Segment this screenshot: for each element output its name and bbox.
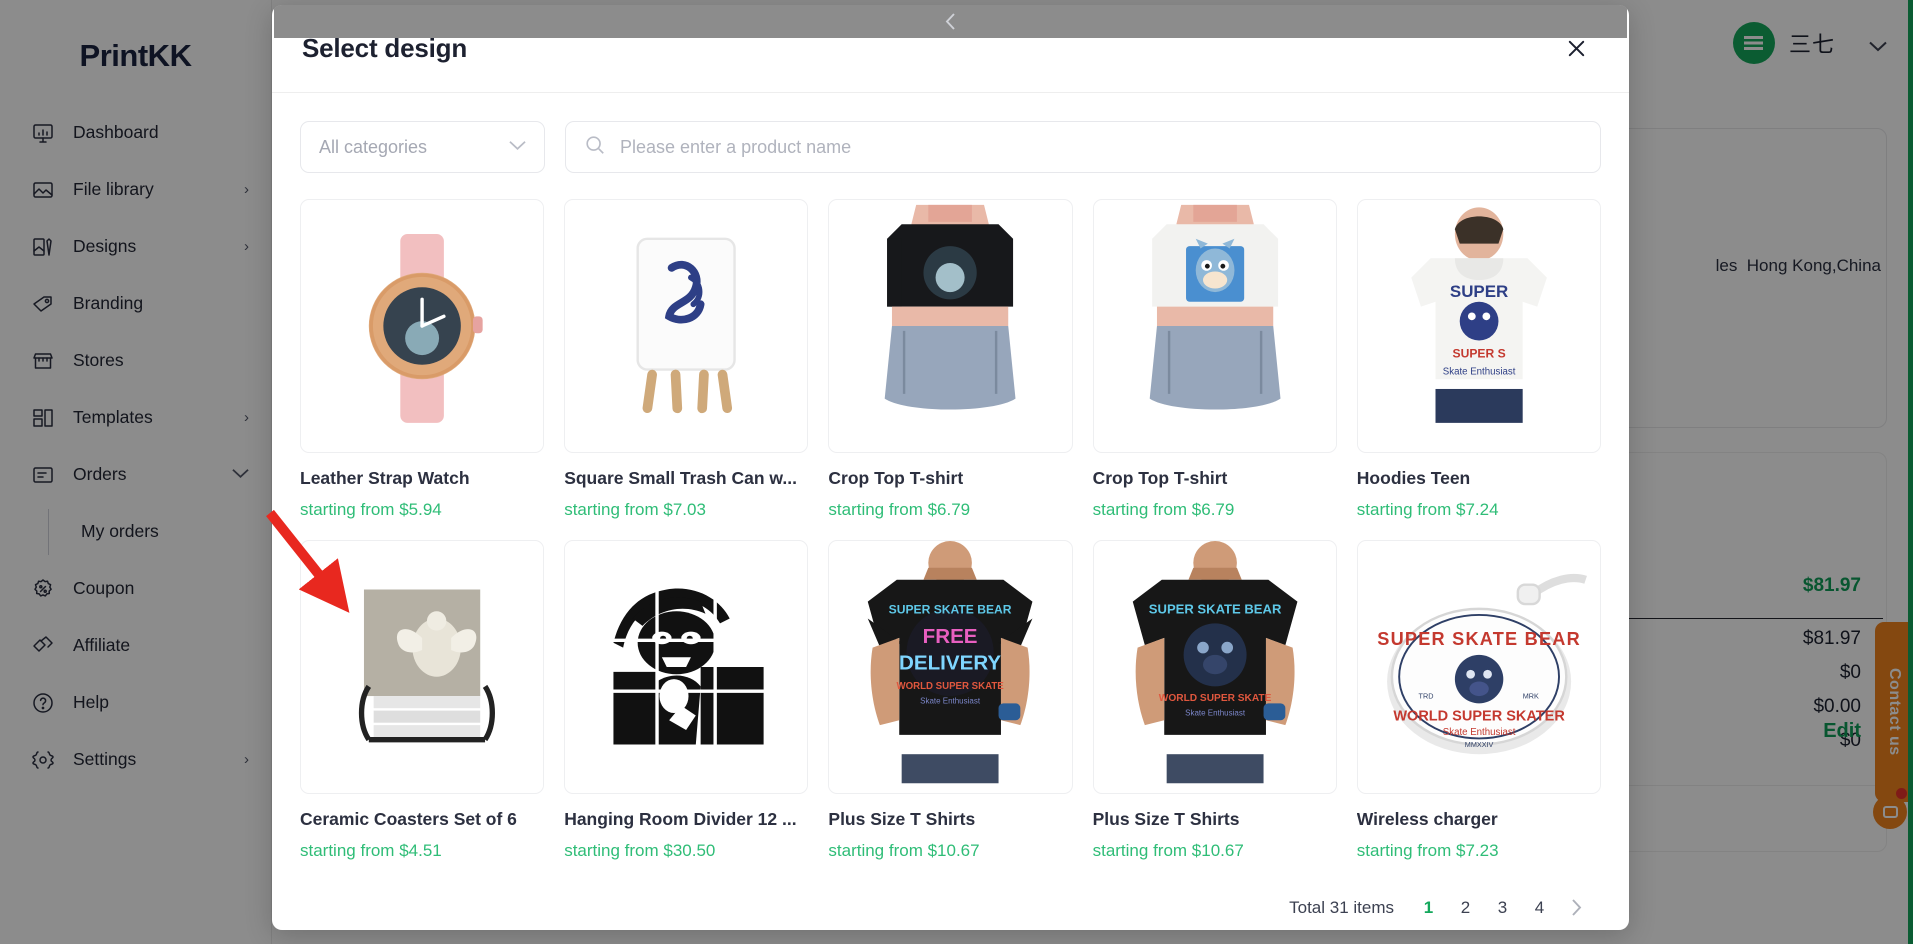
svg-text:WORLD SUPER SKATE: WORLD SUPER SKATE <box>1158 693 1271 704</box>
product-price: starting from $6.79 <box>828 500 971 519</box>
trashcan-product-art <box>565 204 808 448</box>
product-card[interactable]: Crop Top T-shirt starting from $6.79 <box>828 199 1073 520</box>
chevron-left-icon[interactable] <box>274 5 1627 38</box>
product-title: Crop Top T-shirt <box>1092 468 1228 488</box>
svg-text:WORLD SUPER SKATE: WORLD SUPER SKATE <box>897 681 1005 692</box>
pagination-total-label: Total 31 items <box>1289 897 1394 917</box>
tshirt-free-delivery-product-art: FREE DELIVERY WORLD SUPER SKATE Skate En… <box>829 541 1072 789</box>
svg-text:MRK: MRK <box>1522 691 1538 700</box>
chevron-right-icon[interactable] <box>1560 891 1593 924</box>
product-card[interactable]: SUPER SUPER S Skate Enthusiast Hoodies T… <box>1356 199 1601 520</box>
product-thumbnail <box>564 540 809 794</box>
crop-top-dark-product-art <box>829 204 1072 448</box>
product-thumbnail <box>300 540 545 794</box>
product-price: starting from $5.94 <box>300 500 442 519</box>
product-title: Wireless charger <box>1356 809 1498 829</box>
product-title: Plus Size T Shirts <box>1092 809 1240 829</box>
product-title: Ceramic Coasters Set of 6 <box>300 809 517 829</box>
product-title: Crop Top T-shirt <box>828 468 964 488</box>
svg-text:Skate Enthusiast: Skate Enthusiast <box>921 696 982 705</box>
pagination-page-4[interactable]: 4 <box>1523 891 1556 924</box>
product-thumbnail: SUPER SKATE BEAR WORLD SUPER SKATER Skat… <box>1356 540 1601 794</box>
pagination-page-2[interactable]: 2 <box>1449 891 1482 924</box>
svg-text:SUPER SKATE BEAR: SUPER SKATE BEAR <box>1148 602 1281 617</box>
coasters-product-art <box>301 545 544 789</box>
product-price: starting from $7.03 <box>564 500 706 519</box>
svg-text:Skate Enthusiast: Skate Enthusiast <box>1185 708 1246 717</box>
select-design-modal: Select design All categories Please ente… <box>272 5 1629 930</box>
svg-text:Skate Enthusiast: Skate Enthusiast <box>1443 366 1516 377</box>
svg-text:FREE: FREE <box>923 625 978 648</box>
svg-text:SUPER S: SUPER S <box>1452 346 1505 360</box>
product-card[interactable]: SUPER SKATE BEAR WORLD SUPER SKATE Skate… <box>1092 540 1337 861</box>
product-card[interactable]: Crop Top T-shirt starting from $6.79 <box>1092 199 1337 520</box>
product-title: Leather Strap Watch <box>300 468 470 488</box>
category-selected-label: All categories <box>319 136 428 157</box>
category-select[interactable]: All categories <box>300 121 545 173</box>
svg-text:DELIVERY: DELIVERY <box>899 651 1001 674</box>
pagination: Total 31 items 1 2 3 4 <box>272 5 1629 924</box>
pagination-page-1[interactable]: 1 <box>1412 891 1445 924</box>
room-divider-product-art <box>565 545 808 789</box>
crop-top-white-product-art <box>1093 204 1336 448</box>
svg-text:Skate Enthusiast: Skate Enthusiast <box>1443 727 1516 738</box>
pagination-page-3[interactable]: 3 <box>1486 891 1519 924</box>
product-card[interactable]: FREE DELIVERY WORLD SUPER SKATE Skate En… <box>828 540 1073 861</box>
search-input[interactable] <box>620 136 1582 158</box>
product-card[interactable]: SUPER SKATE BEAR WORLD SUPER SKATER Skat… <box>1356 540 1601 861</box>
product-card[interactable]: Square Small Trash Can w... starting fro… <box>564 199 809 520</box>
svg-text:SUPER SKATE BEAR: SUPER SKATE BEAR <box>1377 629 1581 649</box>
product-thumbnail: FREE DELIVERY WORLD SUPER SKATE Skate En… <box>828 540 1073 794</box>
svg-text:SUPER SKATE BEAR: SUPER SKATE BEAR <box>889 603 1012 617</box>
product-thumbnail <box>828 199 1073 453</box>
product-price: starting from $10.67 <box>1092 841 1244 860</box>
product-price: starting from $7.24 <box>1356 500 1499 519</box>
hoodie-product-art: SUPER SUPER S Skate Enthusiast <box>1357 204 1600 448</box>
product-grid: Leather Strap Watch starting from $5.94 … <box>272 173 1629 861</box>
svg-text:SUPER: SUPER <box>1450 282 1508 301</box>
product-thumbnail: SUPER SUPER S Skate Enthusiast <box>1356 199 1601 453</box>
tshirt-bear-product-art: SUPER SKATE BEAR WORLD SUPER SKATE Skate… <box>1093 541 1336 789</box>
product-price: starting from $7.23 <box>1356 841 1499 860</box>
product-card[interactable]: Hanging Room Divider 12 ... starting fro… <box>564 540 809 861</box>
product-price: starting from $4.51 <box>300 841 442 860</box>
product-thumbnail <box>564 199 809 453</box>
product-title: Plus Size T Shirts <box>828 809 976 829</box>
product-thumbnail <box>1092 199 1337 453</box>
product-price: starting from $30.50 <box>564 841 716 860</box>
product-price: starting from $6.79 <box>1092 500 1235 519</box>
product-title: Square Small Trash Can w... <box>564 468 797 488</box>
svg-text:TRD: TRD <box>1418 691 1433 700</box>
product-thumbnail <box>300 199 545 453</box>
product-price: starting from $10.67 <box>828 841 980 860</box>
product-card[interactable]: Leather Strap Watch starting from $5.94 <box>300 199 545 520</box>
search-box[interactable] <box>565 121 1601 173</box>
filters-bar: All categories <box>272 93 1629 173</box>
product-title: Hoodies Teen <box>1356 468 1471 488</box>
product-card[interactable]: Ceramic Coasters Set of 6 starting from … <box>300 540 545 861</box>
search-icon <box>584 134 606 161</box>
chevron-down-icon <box>509 138 526 156</box>
watch-product-art <box>301 204 544 448</box>
svg-text:WORLD SUPER SKATER: WORLD SUPER SKATER <box>1393 708 1565 724</box>
svg-text:MMXXIV: MMXXIV <box>1465 740 1494 749</box>
wireless-charger-product-art: SUPER SKATE BEAR WORLD SUPER SKATER Skat… <box>1357 545 1600 789</box>
product-thumbnail: SUPER SKATE BEAR WORLD SUPER SKATE Skate… <box>1092 540 1337 794</box>
product-title: Hanging Room Divider 12 ... <box>564 809 797 829</box>
